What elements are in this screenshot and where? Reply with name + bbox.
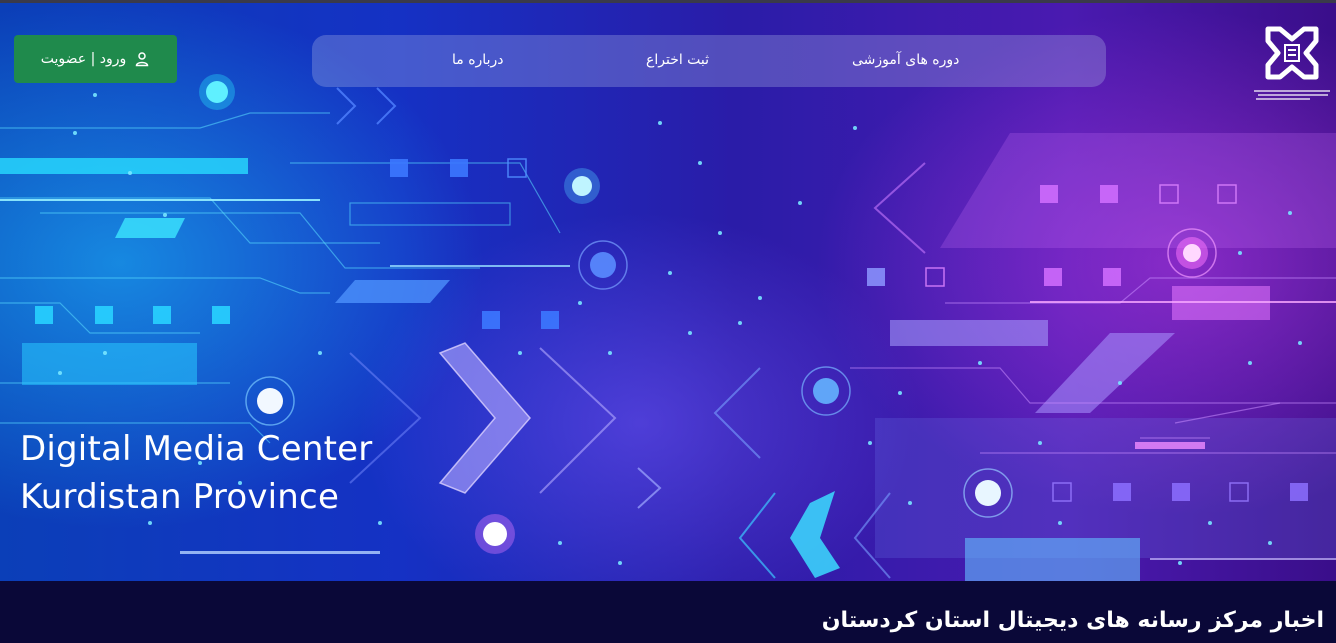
hero-title: Digital Media Center Kurdistan Province <box>20 425 372 521</box>
hero-banner: دوره های آموزشی ثبت اختراع درباره ما ورو… <box>0 3 1336 581</box>
hero-title-line1: Digital Media Center <box>20 429 373 469</box>
center-logo-icon <box>1254 26 1330 100</box>
login-register-button[interactable]: ورود | عضویت <box>14 35 177 83</box>
nav-item-about-us[interactable]: درباره ما <box>452 52 503 68</box>
center-logo[interactable] <box>1250 23 1334 107</box>
nav-item-training-courses[interactable]: دوره های آموزشی <box>852 52 959 68</box>
news-section-header: اخبار مرکز رسانه های دیجیتال استان کردست… <box>0 581 1336 643</box>
nav-item-patent-registration[interactable]: ثبت اختراع <box>646 52 709 68</box>
news-section-title: اخبار مرکز رسانه های دیجیتال استان کردست… <box>821 608 1324 633</box>
login-register-label: ورود | عضویت <box>40 51 127 67</box>
main-nav: دوره های آموزشی ثبت اختراع درباره ما <box>312 35 1106 87</box>
user-icon <box>136 52 149 67</box>
hero-title-line2: Kurdistan Province <box>20 477 340 517</box>
